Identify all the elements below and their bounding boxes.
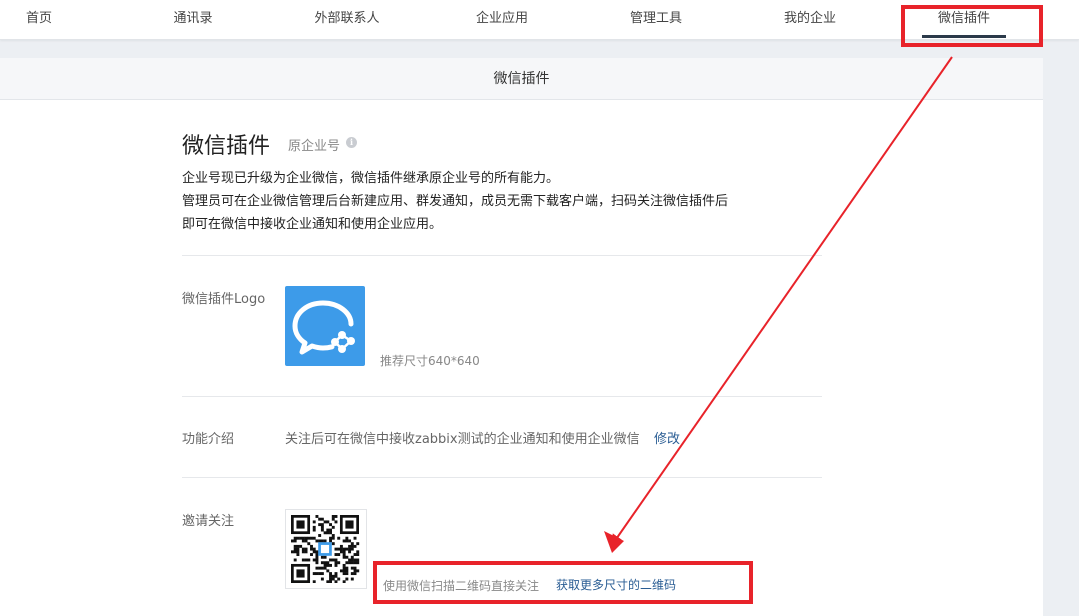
qr-code-image	[285, 509, 367, 589]
page-subtitle: 原企业号	[288, 139, 341, 154]
nav-item-management-tools[interactable]: 管理工具	[630, 0, 682, 40]
divider	[182, 255, 822, 256]
description-line-3: 即可在微信中接收企业通知和使用企业应用。	[182, 217, 443, 232]
top-navigation: 首页 通讯录 外部联系人 企业应用 管理工具 我的企业 微信插件	[0, 0, 1079, 40]
divider	[182, 396, 822, 397]
nav-item-external-contacts[interactable]: 外部联系人	[314, 0, 379, 40]
more-qr-sizes-link[interactable]: 获取更多尺寸的二维码	[556, 576, 676, 593]
scan-qr-hint: 使用微信扫描二维码直接关注	[383, 579, 540, 593]
nav-item-my-enterprise[interactable]: 我的企业	[784, 0, 836, 40]
invite-row-label: 邀请关注	[182, 514, 235, 529]
page-scrollbar[interactable]	[1043, 58, 1079, 616]
description-line-2: 管理员可在企业微信管理后台新建应用、群发通知，成员无需下载客户端，扫码关注微信插…	[182, 194, 729, 209]
logo-row-label: 微信插件Logo	[182, 292, 266, 307]
nav-item-contacts[interactable]: 通讯录	[173, 0, 212, 40]
intro-text: 关注后可在微信中接收zabbix测试的企业通知和使用企业微信	[285, 432, 640, 447]
nav-item-enterprise-apps[interactable]: 企业应用	[476, 0, 528, 40]
nav-item-wechat-plugin[interactable]: 微信插件	[921, 0, 1007, 40]
logo-size-hint: 推荐尺寸640*640	[380, 354, 480, 368]
divider	[182, 477, 822, 478]
panel-header-title: 微信插件	[0, 58, 1043, 100]
wecom-chat-icon	[292, 300, 355, 355]
edit-intro-link[interactable]: 修改	[654, 428, 680, 447]
info-icon[interactable]: i	[346, 137, 357, 148]
intro-row-label: 功能介绍	[182, 432, 235, 447]
content-panel: 微信插件	[0, 58, 1043, 616]
page-title: 微信插件	[182, 134, 271, 159]
nav-item-home[interactable]: 首页	[26, 0, 52, 40]
qr-code-pattern	[291, 515, 360, 584]
plugin-logo[interactable]	[285, 286, 365, 366]
description-line-1: 企业号现已升级为企业微信，微信插件继承原企业号的所有能力。	[182, 171, 560, 186]
